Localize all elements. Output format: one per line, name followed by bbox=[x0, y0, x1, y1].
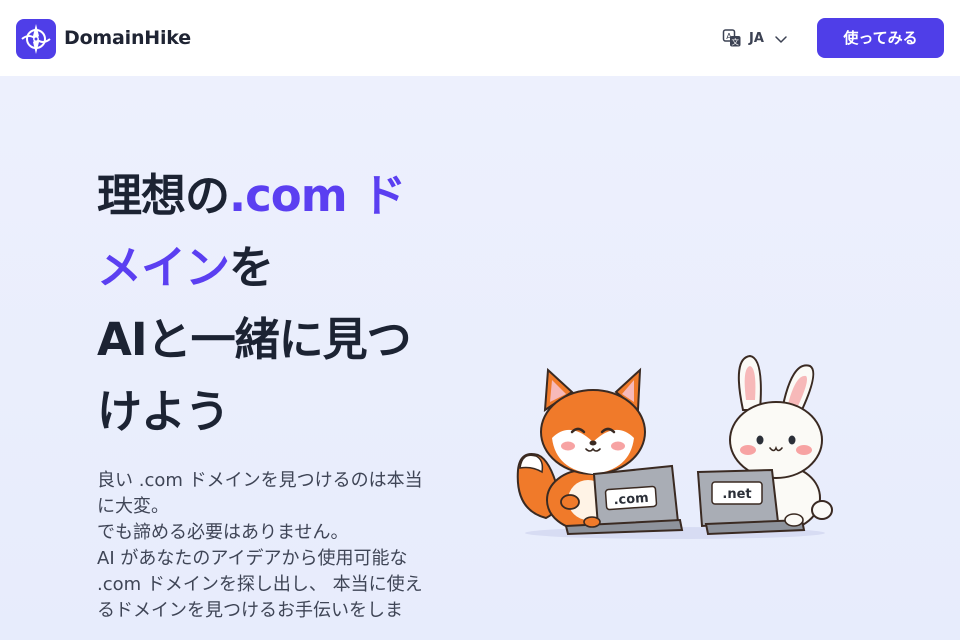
headline-part1: 理想の bbox=[97, 169, 230, 222]
description-line: 良い .com ドメインを見つけるのは本当 bbox=[97, 470, 423, 491]
description-line: でも諦める必要はありません。 bbox=[97, 522, 349, 543]
description-line: に大変。 bbox=[97, 496, 169, 517]
translate-icon: A 文 bbox=[722, 29, 741, 47]
hero-description: 良い .com ドメインを見つけるのは本当 に大変。 でも諦める必要はありません… bbox=[97, 468, 463, 624]
try-it-button[interactable]: 使ってみる bbox=[817, 18, 944, 58]
language-label: JA bbox=[749, 31, 764, 46]
description-line: AI があなたのアイデアから使用可能な bbox=[97, 548, 408, 569]
compass-logo-icon bbox=[21, 24, 51, 54]
fox-laptop-label: .com bbox=[613, 491, 649, 508]
svg-text:文: 文 bbox=[731, 37, 739, 47]
top-navbar: DomainHike A 文 JA 使ってみる bbox=[0, 0, 960, 76]
rabbit-laptop-label: .net bbox=[722, 487, 751, 502]
headline-accent-2: メイン bbox=[97, 241, 230, 294]
description-line: るドメインを見つけるお手伝いをしま bbox=[97, 600, 403, 621]
headline-part2: を bbox=[229, 241, 274, 294]
chevron-down-icon bbox=[775, 36, 787, 43]
headline-line3: AIと一緒に見つ bbox=[97, 313, 412, 366]
headline-line4: けよう bbox=[97, 385, 230, 438]
brand-name[interactable]: DomainHike bbox=[64, 27, 191, 49]
domainhike-logo[interactable] bbox=[16, 19, 56, 59]
description-line: .com ドメインを探し出し、 本当に使え bbox=[97, 574, 423, 595]
hero-headline: 理想の.com ド メインを AIと一緒に見つ けよう bbox=[97, 160, 437, 448]
fox-and-rabbit-illustration: .com .net bbox=[516, 354, 833, 539]
headline-accent-1: .com ド bbox=[229, 169, 406, 222]
